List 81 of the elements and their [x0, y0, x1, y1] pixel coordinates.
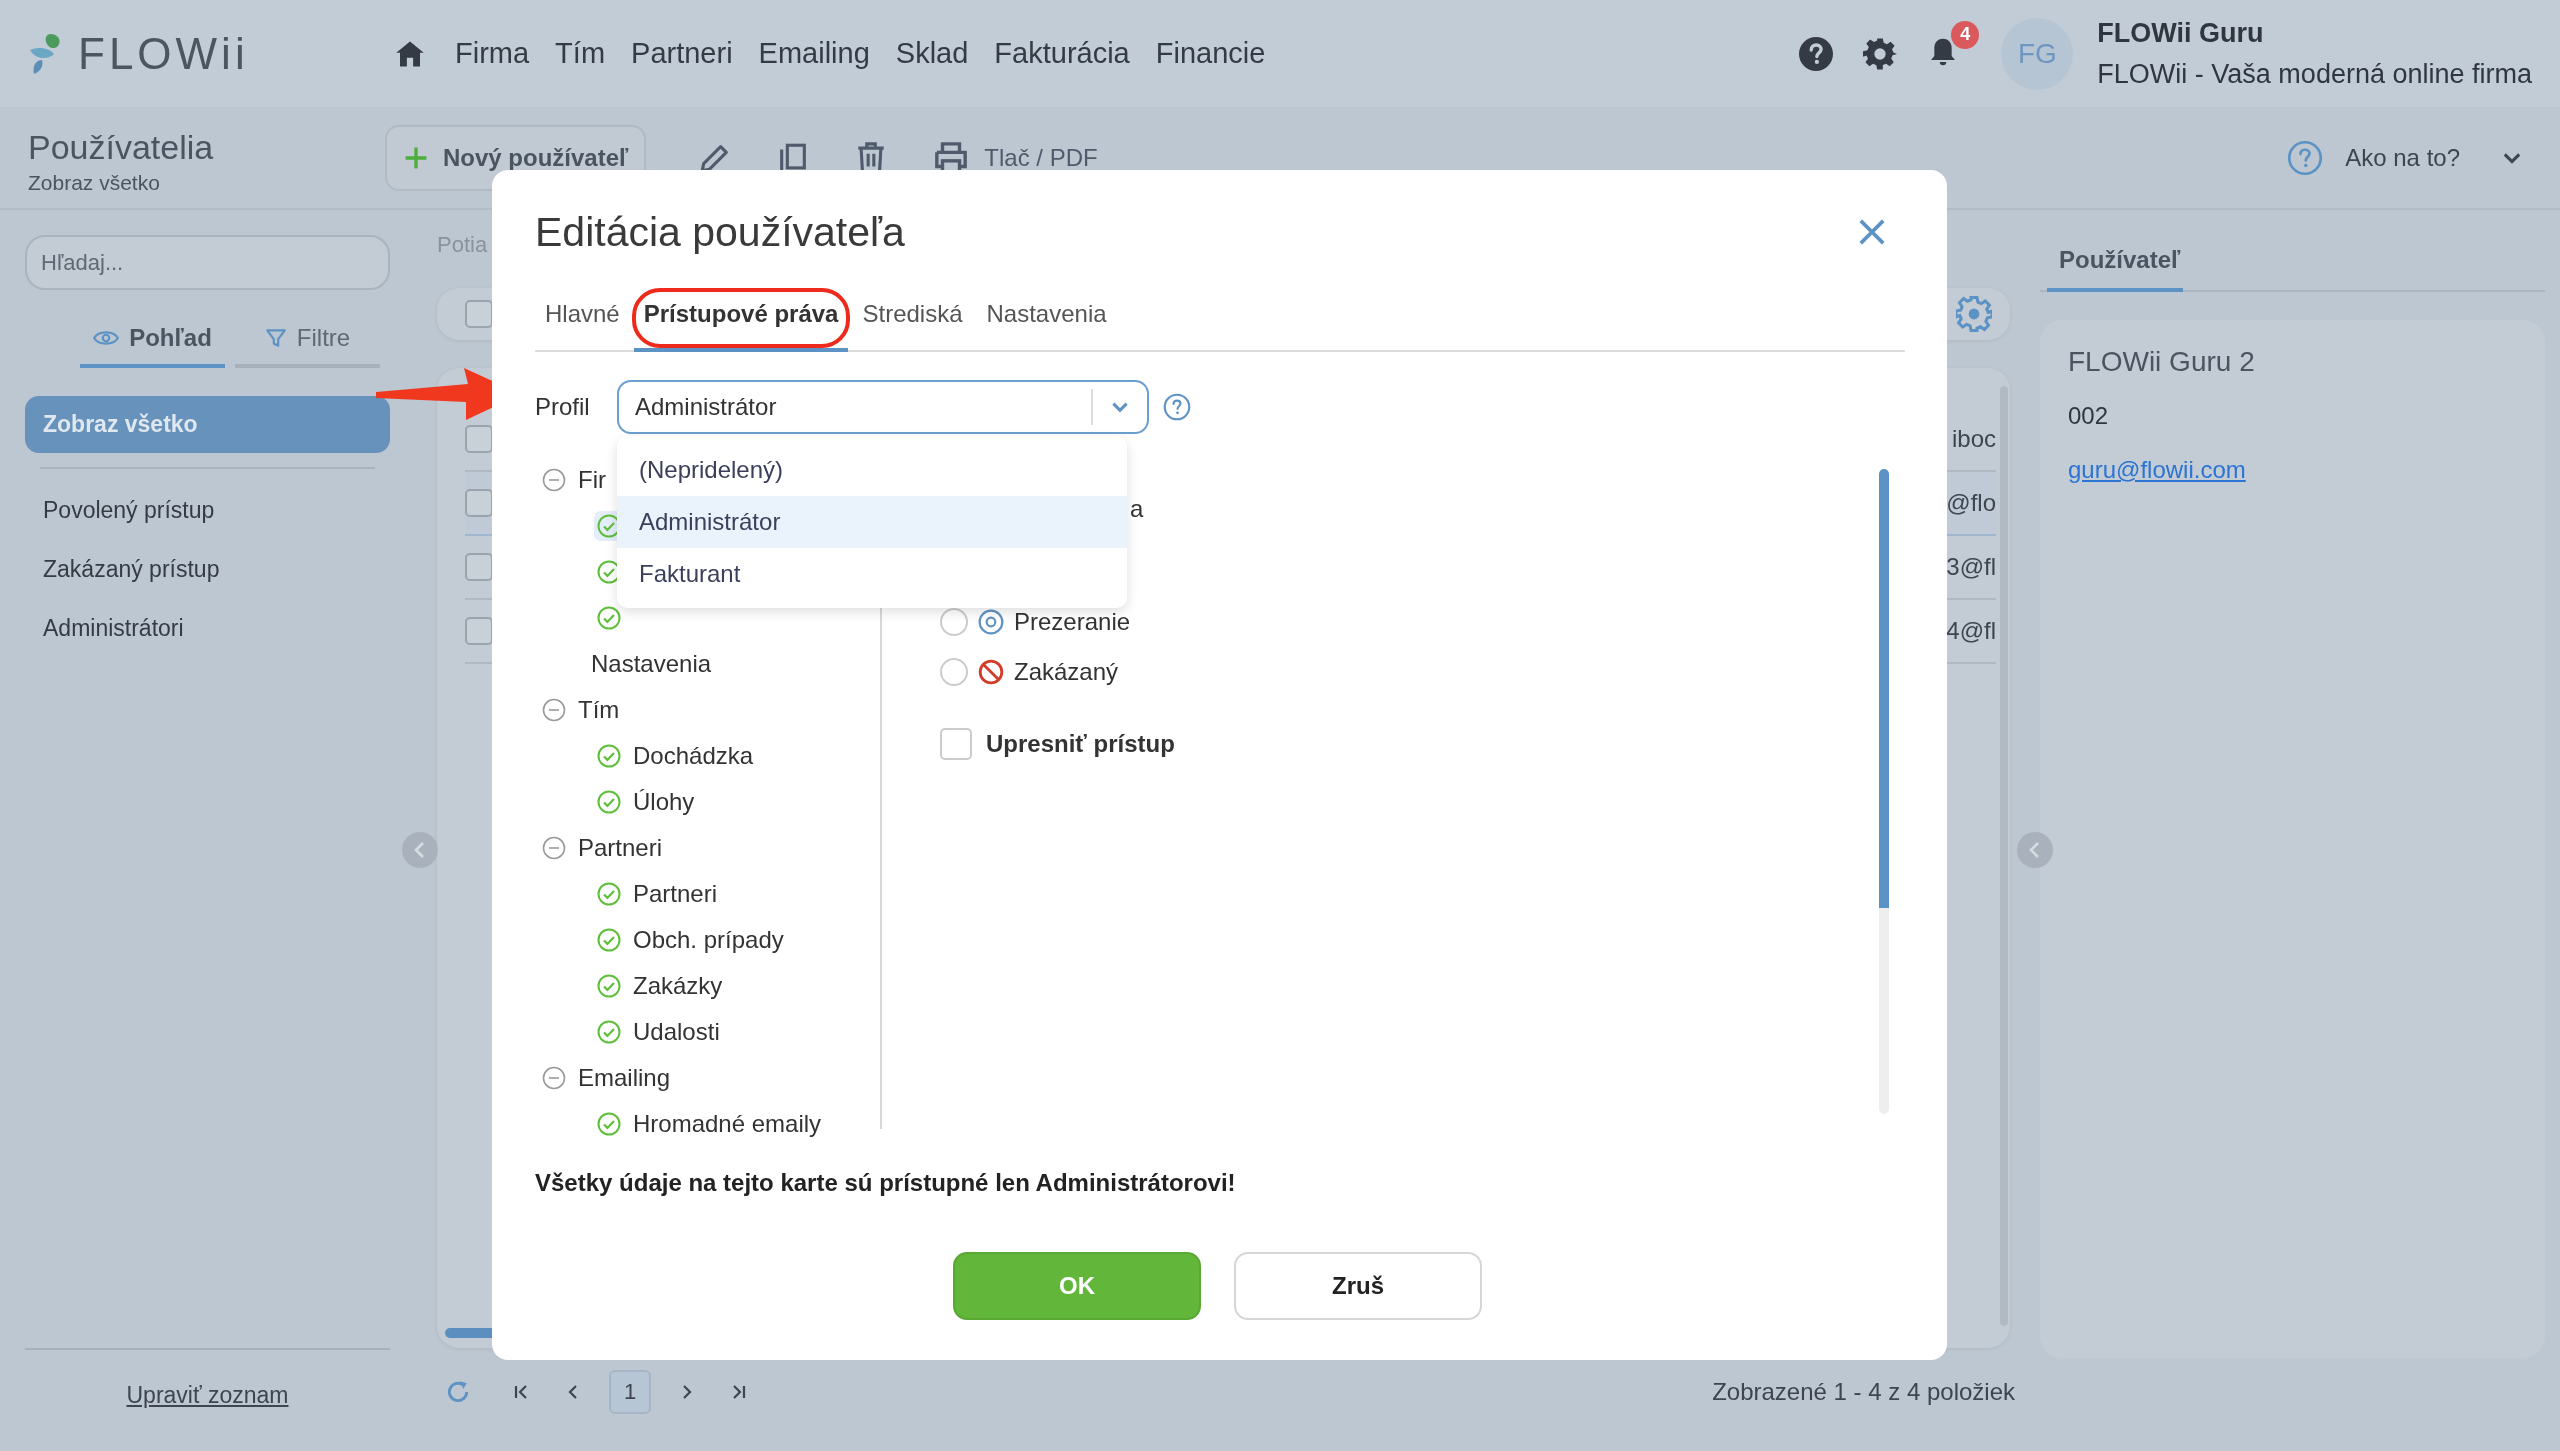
option-label: Prezeranie	[1014, 608, 1131, 636]
filter-item[interactable]: Povolený prístup	[25, 481, 390, 540]
collapse-icon[interactable]	[542, 468, 566, 492]
option-label: Zakázaný	[1014, 658, 1119, 686]
scrollbar[interactable]	[1879, 469, 1889, 1114]
table-cell: iboc	[1951, 425, 1996, 453]
dialog-title: Editácia používateľa	[535, 208, 905, 256]
nav-item[interactable]: Emailing	[758, 37, 870, 70]
checkbox[interactable]	[465, 300, 493, 328]
dropdown-option[interactable]: (Nepridelený)	[617, 444, 1127, 496]
dialog-tab[interactable]: Nastavenia	[976, 284, 1117, 350]
tree-item[interactable]: Nastavenia	[591, 650, 712, 678]
page-subtitle: Zobraz všetko	[28, 171, 161, 195]
tree-item[interactable]: Emailing	[578, 1064, 671, 1092]
collapse-left-button[interactable]	[2017, 832, 2053, 868]
dialog-tab[interactable]: Hlavné	[535, 284, 630, 350]
help-link[interactable]: Ako na to?	[2287, 139, 2460, 176]
view-tab[interactable]: Pohľad	[80, 312, 225, 368]
option-label: a	[1130, 495, 1144, 523]
item-count: Zobrazené 1 - 4 z 4 položiek	[1712, 1378, 2015, 1406]
page-number[interactable]: 1	[609, 1370, 651, 1414]
table-cell: 3@fl	[1946, 553, 1996, 581]
tree-item[interactable]: Hromadné emaily	[633, 1110, 822, 1138]
search-field[interactable]: Hľadaj...	[25, 235, 390, 290]
filter-item[interactable]: Zakázaný prístup	[25, 540, 390, 599]
help-icon[interactable]	[1799, 36, 1834, 71]
nav-item[interactable]: Tím	[555, 37, 606, 70]
dropdown-option[interactable]: Fakturant	[617, 548, 1127, 600]
dialog-tab[interactable]: Prístupové práva	[633, 284, 849, 352]
help-icon[interactable]	[1163, 393, 1191, 421]
collapse-icon[interactable]	[542, 698, 566, 722]
collapse-icon[interactable]	[542, 1066, 566, 1090]
collapse-left-button[interactable]	[402, 832, 438, 868]
checkbox-label: Upresniť prístup	[986, 730, 1175, 758]
profile-select[interactable]: Administrátor	[617, 380, 1149, 434]
radio-button[interactable]	[940, 658, 968, 686]
settings-icon[interactable]	[1863, 36, 1898, 71]
tree-item[interactable]: Fir	[578, 466, 606, 494]
dialog-tab[interactable]: Strediská	[852, 284, 973, 350]
nav-item[interactable]: Financie	[1155, 37, 1266, 70]
checkbox[interactable]	[465, 553, 493, 581]
tree-item[interactable]: Úlohy	[633, 788, 695, 816]
user-code: 002	[2068, 402, 2109, 430]
logo-text: FLOWii	[78, 28, 249, 79]
tree-item[interactable]: Dochádzka	[633, 742, 754, 770]
collapse-icon[interactable]	[542, 836, 566, 860]
tree-item[interactable]: Zakázky	[633, 972, 723, 1000]
radio-button[interactable]	[940, 608, 968, 636]
nav-item[interactable]: Sklad	[895, 37, 969, 70]
filter-icon	[264, 327, 287, 349]
tree-item[interactable]: Tím	[578, 696, 620, 724]
nav-item[interactable]: Partneri	[631, 37, 733, 70]
checkbox[interactable]	[465, 489, 493, 517]
tree-item[interactable]: Partneri	[578, 834, 663, 862]
checkbox[interactable]	[940, 728, 972, 760]
tree-item[interactable]: Obch. prípady	[633, 926, 784, 954]
edit-list-link[interactable]: Upraviť zoznam	[126, 1382, 289, 1412]
dropdown-option[interactable]: Administrátor	[617, 496, 1127, 548]
help-icon	[2287, 139, 2324, 176]
table-cell: 4@fl	[1946, 617, 1996, 645]
forbidden-icon	[978, 659, 1004, 685]
filter-item[interactable]: Administrátori	[25, 599, 390, 658]
close-icon[interactable]	[1857, 217, 1887, 247]
notification-badge: 4	[1951, 20, 1980, 49]
user-name: FLOWii Guru	[2097, 17, 2265, 49]
checkbox[interactable]	[465, 617, 493, 645]
nav-item[interactable]: Fakturácia	[994, 37, 1130, 70]
tree-item[interactable]: Partneri	[633, 880, 718, 908]
checkbox[interactable]	[465, 425, 493, 453]
profile-label: Profil	[535, 393, 591, 421]
table-cell: @flo	[1946, 489, 1996, 517]
admin-note: Všetky údaje na tejto karte sú prístupné len Administrátorovi!	[535, 1169, 1237, 1197]
company-name: FLOWii - Vaša moderná online firma	[2097, 58, 2532, 90]
page-title: Používatelia	[28, 128, 215, 167]
cancel-button[interactable]: Zruš	[1234, 1252, 1482, 1320]
print-button[interactable]: Tlač / PDF	[932, 140, 1098, 175]
detail-tab[interactable]: Používateľ	[2047, 246, 2183, 292]
nav-item[interactable]: Firma	[455, 37, 530, 70]
refresh-icon[interactable]	[445, 1379, 471, 1405]
tree-item[interactable]: Udalosti	[633, 1018, 720, 1046]
user-full-name: FLOWii Guru 2	[2068, 346, 2255, 378]
